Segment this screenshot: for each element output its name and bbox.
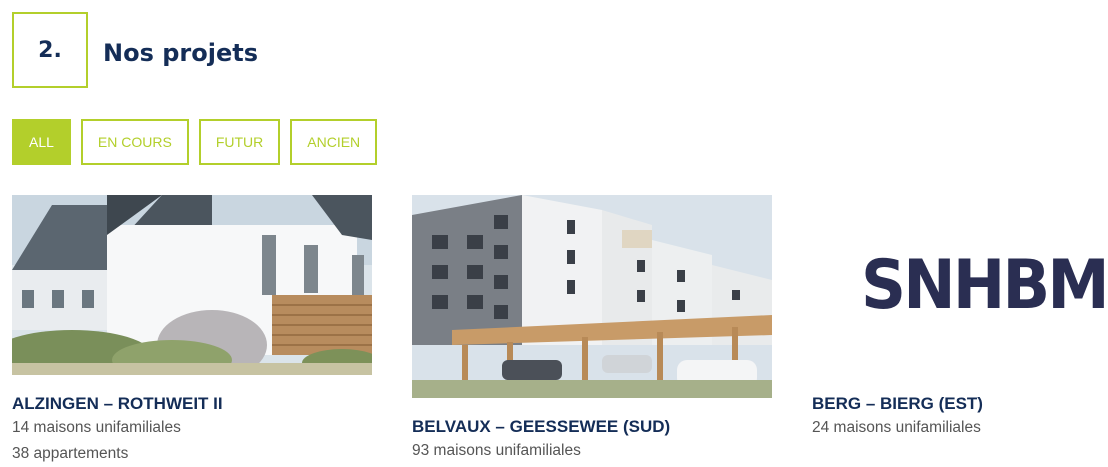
project-detail: 93 maisons unifamiliales (412, 442, 581, 459)
project-title-alzingen[interactable]: ALZINGEN – ROTHWEIT II (12, 393, 372, 415)
project-detail: 38 appartements (12, 445, 129, 462)
project-image-berg[interactable]: SNHBM (812, 195, 1108, 375)
section-number: 2. (38, 37, 62, 63)
project-image-alzingen[interactable] (12, 195, 372, 375)
project-image-belvaux[interactable] (412, 195, 772, 398)
filter-bar: ALL EN COURS FUTUR ANCIEN (12, 119, 378, 165)
filter-futur-button[interactable]: FUTUR (198, 119, 281, 165)
project-card-alzingen[interactable]: ALZINGEN – ROTHWEIT II 14 maisons unifam… (12, 195, 372, 467)
filter-en-cours-button[interactable]: EN COURS (80, 119, 189, 165)
filter-all-button[interactable]: ALL (12, 119, 71, 165)
snhbm-logo: SNHBM (861, 245, 1108, 325)
filter-ancien-button[interactable]: ANCIEN (290, 119, 378, 165)
project-card-belvaux[interactable]: BELVAUX – GEESSEWEE (SUD) 93 maisons uni… (412, 195, 772, 464)
project-title-berg[interactable]: BERG – BIERG (EST) (812, 393, 1108, 415)
project-detail: 24 maisons unifamiliales (812, 419, 981, 436)
section-number-box: 2. (12, 12, 88, 88)
section-title: Nos projets (103, 39, 258, 67)
project-detail: 14 maisons unifamiliales (12, 419, 181, 436)
project-title-belvaux[interactable]: BELVAUX – GEESSEWEE (SUD) (412, 416, 772, 438)
project-card-berg[interactable]: SNHBM BERG – BIERG (EST) 24 maisons unif… (812, 195, 1108, 441)
